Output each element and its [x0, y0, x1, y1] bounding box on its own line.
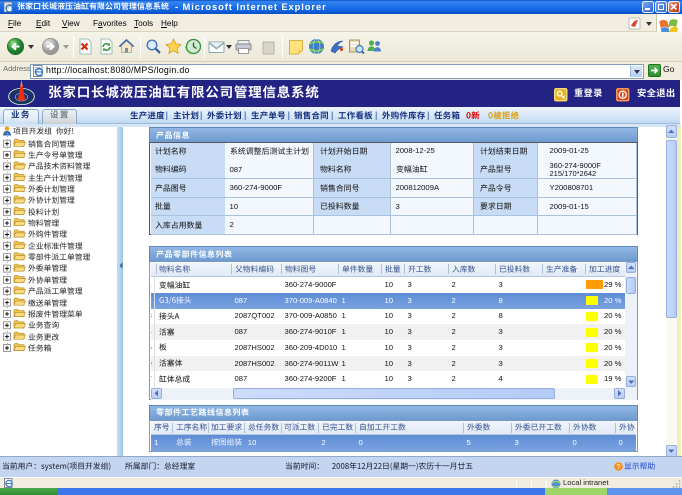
svg-text:?: ? [616, 464, 620, 471]
